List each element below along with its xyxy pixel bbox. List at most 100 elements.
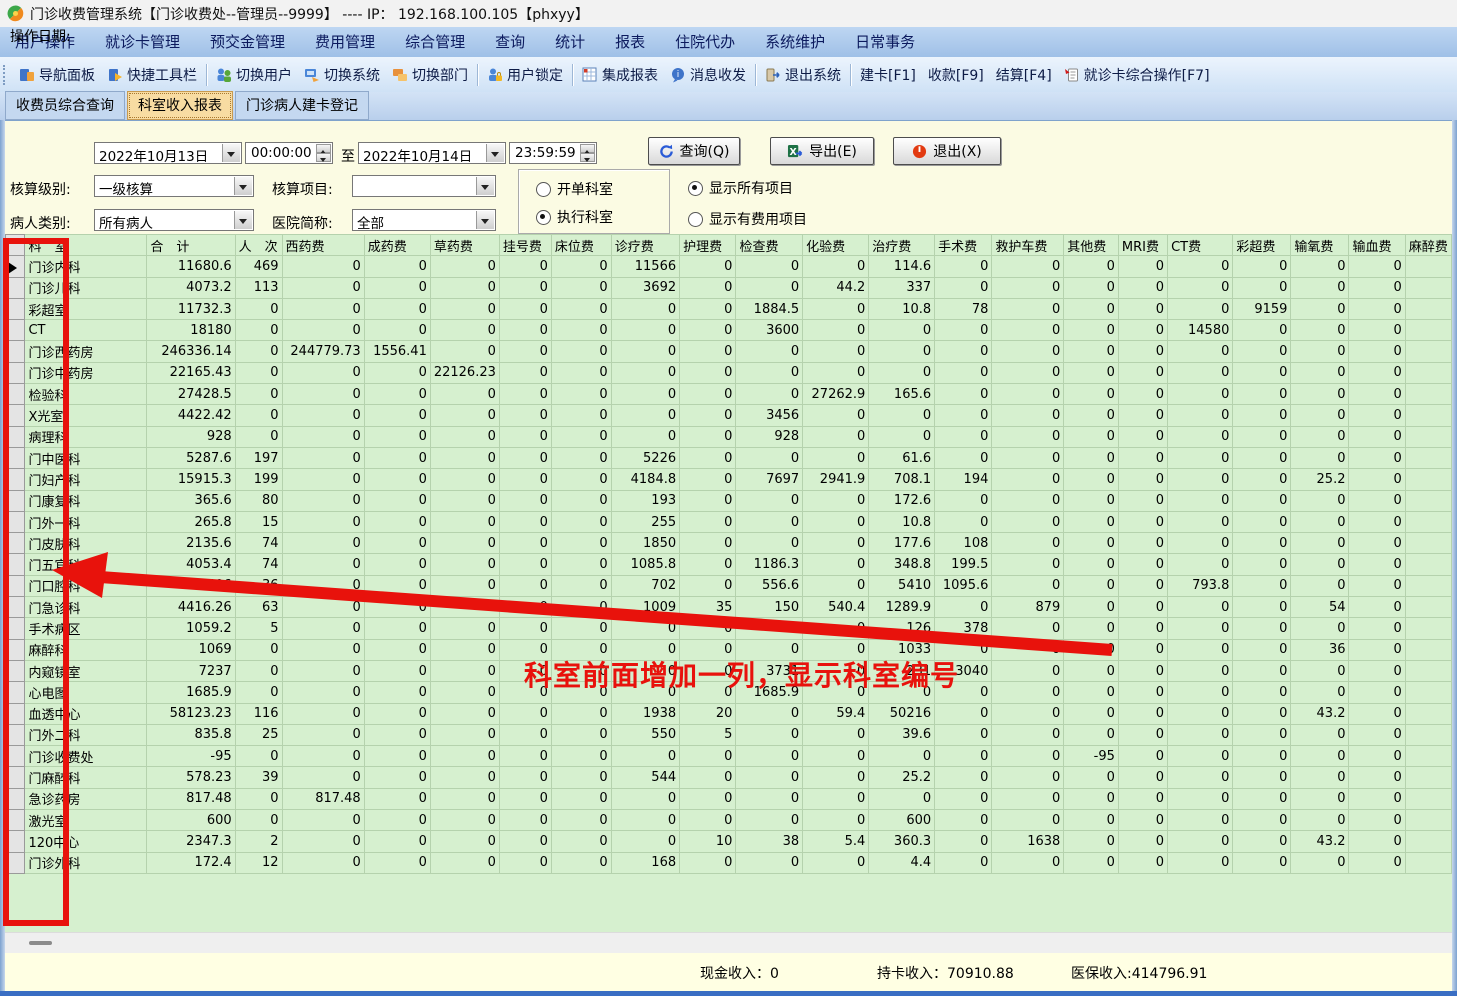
toolbar-切换系统[interactable]: 切换系统: [298, 62, 386, 88]
level-select[interactable]: 一级核算: [94, 175, 254, 198]
column-header-其他费[interactable]: 其他费: [1063, 234, 1119, 257]
radio-icon[interactable]: [688, 211, 703, 227]
menu-item-系统维护[interactable]: 系统维护: [750, 27, 840, 57]
chevron-down-icon[interactable]: [486, 144, 504, 162]
time-from-spinner[interactable]: 00:00:00: [245, 142, 333, 164]
row-selector[interactable]: [5, 468, 26, 491]
chevron-down-icon[interactable]: [476, 177, 494, 195]
row-selector[interactable]: [5, 659, 26, 683]
row-selector[interactable]: [5, 830, 26, 853]
menu-item-查询[interactable]: 查询: [480, 27, 540, 57]
table-row[interactable]: 门口腔科 10406 36 0 0 0 0 0 702 0 556.6 0 5410 1095.6 0 0 0 7…: [5, 574, 1452, 598]
toolbar-集成报表[interactable]: 集成报表: [576, 62, 664, 88]
table-row[interactable]: 门中医科 5287.6 197 0 0 0 0 0 5226 0 0 0 61.6 0 0 0 0 0 0 0 0: [5, 446, 1452, 470]
row-selector[interactable]: [5, 723, 26, 747]
column-header-成药费[interactable]: 成药费: [363, 234, 431, 257]
table-row[interactable]: 门急诊科 4416.26 63 0 0 0 0 0 1009 35 150 540.4 1289.9 0 8…: [5, 596, 1452, 619]
table-row[interactable]: 门外二科 835.8 25 0 0 0 0 0 550 5 0 0 39.6 0 0 0 0 0 0 0 0: [5, 723, 1452, 747]
column-header-挂号费[interactable]: 挂号费: [498, 234, 552, 257]
column-header-彩超费[interactable]: 彩超费: [1232, 234, 1292, 257]
row-selector[interactable]: [5, 297, 26, 321]
item-select[interactable]: [352, 175, 496, 197]
row-selector[interactable]: [5, 681, 26, 704]
table-row[interactable]: 血透中心 58123.23 116 0 0 0 0 0 1938 20 0 59.4 50216 0 0 0 0…: [5, 702, 1452, 725]
table-row[interactable]: 门麻醉科 578.23 39 0 0 0 0 0 544 0 0 0 25.2 0 0 0 0 0 0 0 0: [5, 766, 1452, 789]
spin-up-icon[interactable]: [580, 144, 595, 154]
table-row[interactable]: 内窥镜室 7237 0 0 0 0 0 0 0 0 3731 0 231 3040 0 0 0 0 0 0 0: [5, 659, 1452, 683]
radio-show-fee[interactable]: 显示有费用项目: [688, 209, 807, 229]
table-row[interactable]: 门康复科 365.6 80 0 0 0 0 0 193 0 0 0 172.6 0 0 0 0 0 0 0 0: [5, 489, 1452, 512]
exit-button[interactable]: 退出(X): [893, 137, 1001, 165]
spin-down-icon[interactable]: [580, 153, 595, 162]
column-header-人次[interactable]: 人 次: [234, 234, 283, 257]
menu-item-住院代办[interactable]: 住院代办: [660, 27, 750, 57]
row-selector[interactable]: [5, 489, 26, 512]
date-from-select[interactable]: 2022年10月13日: [94, 142, 242, 165]
chevron-down-icon[interactable]: [222, 144, 240, 162]
column-header-诊疗费[interactable]: 诊疗费: [610, 234, 681, 257]
column-header-输血费[interactable]: 输血费: [1348, 234, 1406, 257]
row-selector[interactable]: [5, 766, 26, 789]
spin-up-icon[interactable]: [316, 144, 331, 154]
tab-收费员综合查询[interactable]: 收费员综合查询: [5, 91, 125, 120]
toolbar-建卡[F1][interactable]: 建卡[F1]: [854, 62, 922, 88]
export-button[interactable]: X 导出(E): [770, 137, 874, 165]
table-row[interactable]: 门诊外科 172.4 12 0 0 0 0 0 168 0 0 0 4.4 0 0 0 0 0 0 0 0: [5, 851, 1452, 874]
menu-item-就诊卡管理[interactable]: 就诊卡管理: [90, 27, 195, 57]
row-selector[interactable]: [5, 255, 26, 278]
column-header-护理费[interactable]: 护理费: [679, 234, 737, 257]
time-to-spinner[interactable]: 23:59:59: [509, 142, 597, 164]
toolbar-切换部门[interactable]: 切换部门: [386, 62, 474, 88]
row-selector[interactable]: [5, 383, 26, 406]
row-selector[interactable]: [5, 319, 26, 342]
row-selector[interactable]: [5, 404, 26, 427]
row-selector[interactable]: [5, 532, 26, 555]
menu-item-日常事务[interactable]: 日常事务: [840, 27, 930, 57]
column-header-西药费[interactable]: 西药费: [281, 234, 365, 257]
column-header-床位费[interactable]: 床位费: [550, 234, 612, 257]
tab-门诊病人建卡登记[interactable]: 门诊病人建卡登记: [235, 91, 369, 120]
column-header-麻醉费[interactable]: 麻醉费: [1404, 234, 1452, 257]
row-selector[interactable]: [5, 702, 26, 725]
table-row[interactable]: X光室 4422.42 0 0 0 0 0 0 0 0 3456 0 0 0 0 0 0 0 0 0 0: [5, 404, 1452, 427]
chevron-down-icon[interactable]: [234, 177, 252, 195]
table-row[interactable]: 门外一科 265.8 15 0 0 0 0 0 255 0 0 0 10.8 0 0 0 0 0 0 0 0: [5, 510, 1452, 534]
column-header-检查费[interactable]: 检查费: [735, 234, 804, 257]
table-row[interactable]: 门诊中药房 22165.43 0 0 0 22126.23 0 0 0 0 0 0 0 0 0 0 0 0 0 0 0: [5, 361, 1452, 385]
toolbar-结算[F4][interactable]: 结算[F4]: [990, 62, 1058, 88]
table-row[interactable]: 门诊内科 11680.6 469 0 0 0 0 0 11566 0 0 0 114.6 0 0 0 0 0 0 0 0: [5, 255, 1452, 278]
toolbar-切换用户[interactable]: 切换用户: [210, 62, 298, 88]
toolbar-收款[F9][interactable]: 收款[F9]: [922, 62, 990, 88]
row-selector[interactable]: [5, 340, 26, 363]
table-row[interactable]: 病理科 928 0 0 0 0 0 0 0 0 928 0 0 0 0 0 0 0 0 0 0: [5, 425, 1452, 448]
radio-exec-dept[interactable]: 执行科室: [536, 207, 613, 227]
date-to-select[interactable]: 2022年10月14日: [358, 142, 506, 165]
column-header-科室[interactable]: 科 室: [24, 234, 148, 257]
column-header-草药费[interactable]: 草药费: [429, 234, 500, 257]
row-selector[interactable]: [5, 361, 26, 385]
column-header-救护车费[interactable]: 救护车费: [991, 234, 1065, 257]
spin-down-icon[interactable]: [316, 153, 331, 162]
chevron-down-icon[interactable]: [476, 211, 494, 229]
splitter-handle[interactable]: [29, 941, 52, 945]
radio-show-all[interactable]: 显示所有项目: [688, 178, 793, 198]
table-row[interactable]: 手术病区 1059.2 5 0 0 0 0 0 0 0 0 0 126 378 0 0 0 0 0 0 0: [5, 617, 1452, 640]
row-selector[interactable]: [5, 787, 26, 811]
radio-open-dept[interactable]: 开单科室: [536, 179, 613, 199]
toolbar-用户锁定[interactable]: 用户锁定: [481, 62, 569, 88]
radio-icon[interactable]: [536, 181, 551, 197]
column-header-MRI费[interactable]: MRI费: [1117, 234, 1169, 257]
row-selector[interactable]: [5, 425, 26, 448]
row-selector[interactable]: [5, 638, 26, 661]
table-row[interactable]: 门诊西药房 246336.14 0 244779.73 1556.41 0 0 0 0 0 0 0 0 0…: [5, 340, 1452, 363]
radio-selected-icon[interactable]: [688, 180, 703, 196]
table-row[interactable]: 门皮肤科 2135.6 74 0 0 0 0 0 1850 0 0 0 177.6 108 0 0 0 0 0 0 0: [5, 532, 1452, 555]
table-row[interactable]: 门诊儿科 4073.2 113 0 0 0 0 0 3692 0 0 44.2 337 0 0 0 0 0 0 0 0: [5, 276, 1452, 299]
table-row[interactable]: 激光室 600 0 0 0 0 0 0 0 0 0 0 600 0 0 0 0 0 0 0 0: [5, 809, 1452, 832]
row-selector[interactable]: [5, 617, 26, 640]
patient-select[interactable]: 所有病人: [94, 209, 254, 232]
column-header-合计[interactable]: 合 计: [146, 234, 236, 257]
chevron-down-icon[interactable]: [234, 211, 252, 229]
table-row[interactable]: CT 18180 0 0 0 0 0 0 0 0 3600 0 0 0 0 0 0 14580 0 0 0: [5, 319, 1452, 342]
table-row[interactable]: 检验科 27428.5 0 0 0 0 0 0 0 0 0 27262.9 165.6 0 0 0 0 0 0 0 0: [5, 383, 1452, 406]
